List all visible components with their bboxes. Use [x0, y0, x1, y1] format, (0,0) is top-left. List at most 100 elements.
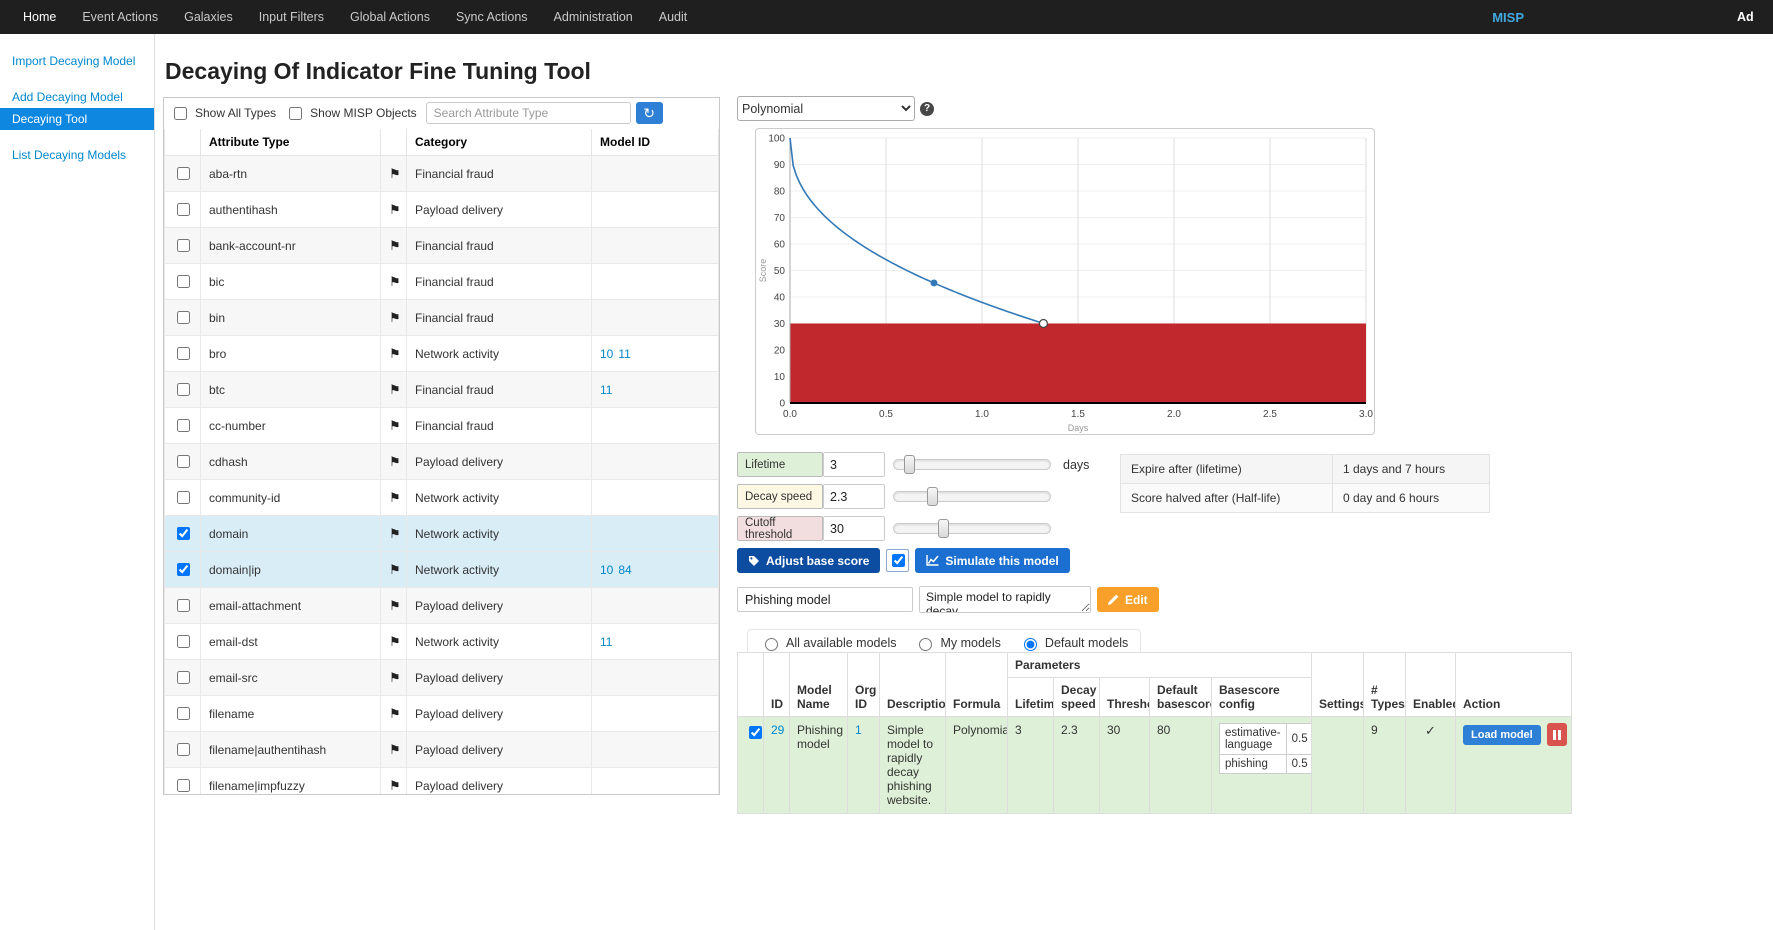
model-filter-option[interactable]: All available models [760, 635, 896, 651]
cutoff-threshold-input[interactable] [823, 516, 885, 541]
nav-item-input-filters[interactable]: Input Filters [246, 10, 337, 24]
sidebar-item-list-decaying-models[interactable]: List Decaying Models [0, 144, 154, 166]
sidebar-item-decaying-tool[interactable]: Decaying Tool [0, 108, 154, 130]
edit-model-button[interactable]: Edit [1097, 587, 1159, 612]
attribute-flag-cell: ⚑ [381, 408, 407, 444]
flag-icon[interactable]: ⚑ [389, 382, 401, 397]
flag-icon[interactable]: ⚑ [389, 742, 401, 757]
flag-icon[interactable]: ⚑ [389, 346, 401, 361]
refresh-button[interactable]: ↻ [636, 102, 663, 124]
model-id-link[interactable]: 10 [600, 563, 613, 577]
attribute-row-checkbox[interactable] [177, 707, 190, 720]
pause-model-button[interactable] [1547, 723, 1567, 746]
attribute-row-checkbox[interactable] [177, 635, 190, 648]
attribute-row: cdhash⚑Payload delivery [165, 444, 719, 480]
model-settings-cell [1312, 717, 1364, 814]
sidebar-item-import-decaying-model[interactable]: Import Decaying Model [0, 50, 154, 72]
flag-icon[interactable]: ⚑ [389, 418, 401, 433]
org-id-link[interactable]: 1 [855, 723, 862, 737]
formula-select[interactable]: Polynomial [737, 96, 915, 121]
attribute-row-checkbox[interactable] [177, 455, 190, 468]
misp-brand[interactable]: MISP [1484, 10, 1532, 25]
flag-icon[interactable]: ⚑ [389, 202, 401, 217]
model-description-textarea[interactable]: Simple model to rapidly decay [919, 586, 1091, 613]
decay-speed-input[interactable] [823, 484, 885, 509]
cutoff-threshold-slider[interactable] [893, 523, 1051, 534]
svg-text:2.0: 2.0 [1167, 409, 1181, 420]
adjust-base-score-toggle[interactable] [886, 549, 909, 572]
attribute-table-scroll[interactable]: Attribute Type Category Model ID aba-rtn… [164, 129, 719, 794]
lifetime-slider[interactable] [893, 459, 1051, 470]
model-id-link[interactable]: 11 [618, 347, 630, 361]
flag-icon[interactable]: ⚑ [389, 310, 401, 325]
flag-icon[interactable]: ⚑ [389, 562, 401, 577]
model-filter-option[interactable]: My models [914, 635, 1000, 651]
model-name-input[interactable] [737, 587, 913, 612]
model-id-link[interactable]: 11 [600, 635, 612, 649]
flag-icon[interactable]: ⚑ [389, 634, 401, 649]
adjust-base-score-button[interactable]: Adjust base score [737, 548, 880, 573]
show-all-types-checkbox[interactable] [174, 107, 187, 120]
attribute-row-checkbox[interactable] [177, 671, 190, 684]
nav-item-global-actions[interactable]: Global Actions [337, 10, 443, 24]
help-icon[interactable]: ? [920, 102, 934, 116]
attribute-row-checkbox[interactable] [177, 599, 190, 612]
flag-icon[interactable]: ⚑ [389, 274, 401, 289]
nav-item-sync-actions[interactable]: Sync Actions [443, 10, 541, 24]
decay-speed-slider[interactable] [893, 491, 1051, 502]
simulate-model-button[interactable]: Simulate this model [915, 548, 1069, 573]
flag-icon[interactable]: ⚑ [389, 238, 401, 253]
model-id-link[interactable]: 84 [618, 563, 631, 577]
flag-icon[interactable]: ⚑ [389, 778, 401, 793]
model-filter-radio[interactable] [1024, 638, 1037, 651]
attribute-row-checkbox[interactable] [177, 743, 190, 756]
nav-item-galaxies[interactable]: Galaxies [171, 10, 246, 24]
attribute-row-checkbox[interactable] [177, 203, 190, 216]
model-id-link[interactable]: 11 [600, 383, 612, 397]
show-misp-objects-checkbox[interactable] [289, 107, 302, 120]
model-filter-option[interactable]: Default models [1019, 635, 1128, 651]
attribute-row-checkbox[interactable] [177, 347, 190, 360]
attribute-check-cell [165, 732, 201, 768]
nav-item-administration[interactable]: Administration [541, 10, 646, 24]
attribute-row-checkbox[interactable] [177, 311, 190, 324]
nav-item-audit[interactable]: Audit [646, 10, 701, 24]
flag-icon[interactable]: ⚑ [389, 166, 401, 181]
attribute-row-checkbox[interactable] [177, 527, 190, 540]
attribute-row-checkbox[interactable] [177, 419, 190, 432]
lifetime-input[interactable] [823, 452, 885, 477]
adjust-base-score-checkbox[interactable] [892, 554, 905, 567]
model-filter-radio[interactable] [919, 638, 932, 651]
attribute-row-checkbox[interactable] [177, 383, 190, 396]
attribute-table: Attribute Type Category Model ID aba-rtn… [164, 129, 719, 794]
attribute-type-cell: filename [201, 696, 381, 732]
search-attribute-input[interactable] [426, 102, 631, 124]
attribute-row-checkbox[interactable] [177, 491, 190, 504]
attribute-model-id-cell [592, 192, 719, 228]
attribute-check-cell [165, 588, 201, 624]
model-id-link[interactable]: 29 [771, 723, 784, 737]
attribute-row-checkbox[interactable] [177, 779, 190, 792]
flag-icon[interactable]: ⚑ [389, 526, 401, 541]
model-filter-radio[interactable] [765, 638, 778, 651]
nav-item-home[interactable]: Home [10, 10, 69, 24]
attribute-check-cell [165, 156, 201, 192]
flag-icon[interactable]: ⚑ [389, 490, 401, 505]
flag-icon[interactable]: ⚑ [389, 706, 401, 721]
flag-icon[interactable]: ⚑ [389, 454, 401, 469]
nav-item-event-actions[interactable]: Event Actions [69, 10, 171, 24]
attribute-row-checkbox[interactable] [177, 275, 190, 288]
attribute-row-checkbox[interactable] [177, 563, 190, 576]
load-model-button[interactable]: Load model [1463, 725, 1541, 745]
flag-icon[interactable]: ⚑ [389, 670, 401, 685]
flag-icon[interactable]: ⚑ [389, 598, 401, 613]
lifetime-unit: days [1063, 458, 1089, 472]
nav-admin-link[interactable]: Ad [1737, 10, 1763, 24]
attribute-type-cell: bin [201, 300, 381, 336]
attribute-row-checkbox[interactable] [177, 167, 190, 180]
model-row-checkbox[interactable] [749, 726, 762, 739]
model-id-link[interactable]: 10 [600, 347, 613, 361]
sidebar-item-add-decaying-model[interactable]: Add Decaying Model [0, 86, 154, 108]
attribute-row-checkbox[interactable] [177, 239, 190, 252]
attribute-model-id-cell [592, 732, 719, 768]
